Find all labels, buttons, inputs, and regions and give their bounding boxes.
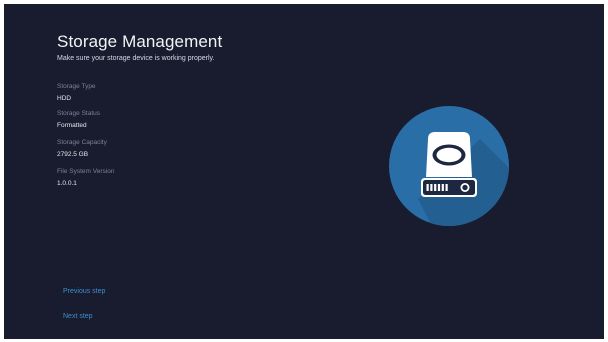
hard-drive-icon — [388, 105, 510, 227]
storage-capacity-info: Storage Capacity 2792.5 GB — [57, 138, 257, 159]
storage-status-value: Formatted — [57, 122, 87, 129]
page-title: Storage Management — [57, 32, 223, 51]
previous-step-button[interactable]: Previous step — [63, 286, 105, 297]
storage-status-label: Storage Status — [57, 110, 100, 117]
file-system-version-info: File System Version 1.0.0.1 — [57, 167, 257, 188]
next-step-button[interactable]: Next step — [63, 311, 93, 322]
file-system-version-value: 1.0.0.1 — [57, 180, 77, 187]
storage-status-info: Storage Status Formatted — [57, 109, 257, 130]
file-system-version-label: File System Version — [57, 168, 115, 175]
storage-type-label: Storage Type — [57, 83, 96, 90]
storage-management-screen: Storage Management Make sure your storag… — [4, 4, 604, 339]
storage-capacity-label: Storage Capacity — [57, 139, 107, 146]
storage-type-value: HDD — [57, 95, 72, 102]
storage-type-info: Storage Type HDD — [57, 82, 257, 103]
page-subtitle: Make sure your storage device is working… — [57, 55, 215, 62]
storage-capacity-value: 2792.5 GB — [57, 151, 89, 158]
